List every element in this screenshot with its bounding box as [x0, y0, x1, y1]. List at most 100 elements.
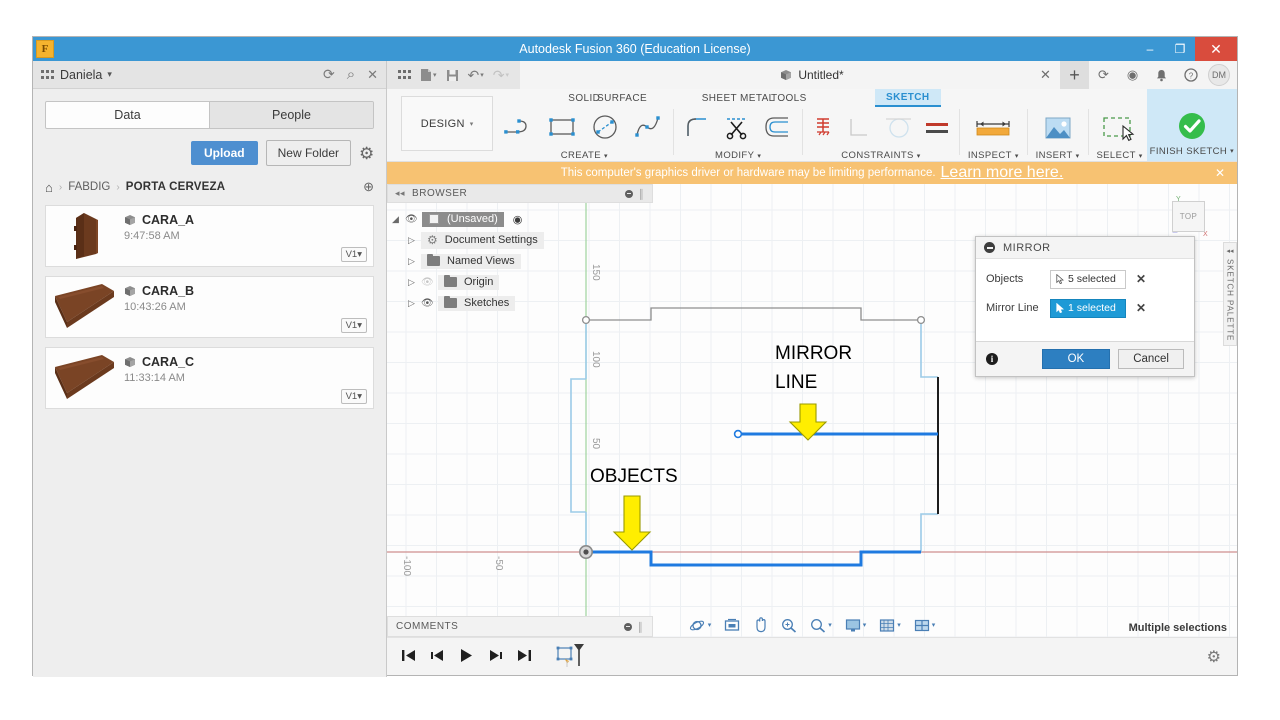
equal-constraint-icon[interactable] — [923, 118, 951, 143]
document-tab-close-icon[interactable]: ✕ — [1031, 61, 1060, 89]
zoom-icon[interactable] — [781, 618, 797, 633]
recent-icon[interactable]: ◉ — [1118, 61, 1147, 89]
coincident-constraint-icon[interactable] — [847, 115, 875, 146]
jump-start-icon[interactable] — [401, 649, 416, 665]
breadcrumb-item-current[interactable]: PORTA CERVEZA — [126, 181, 226, 193]
tree-node-named-views[interactable]: ▷ Named Views — [391, 251, 653, 272]
jump-end-icon[interactable] — [517, 649, 532, 665]
tangent-constraint-icon[interactable] — [885, 115, 913, 146]
close-panel-icon[interactable]: ✕ — [367, 67, 378, 83]
sketch-canvas[interactable]: 0 150 100 50 -100 -50 MIRROR LINE OBJECT… — [387, 184, 1237, 637]
grid-snap-icon[interactable]: ▾ — [879, 618, 901, 633]
minimize-button[interactable]: – — [1135, 37, 1165, 61]
ok-button[interactable]: OK — [1041, 349, 1111, 369]
show-data-panel-icon[interactable] — [395, 68, 414, 82]
step-back-icon[interactable] — [430, 649, 445, 665]
chevron-down-icon[interactable]: ▾ — [1139, 152, 1143, 160]
visibility-eye-icon[interactable]: 👁 — [405, 214, 418, 225]
tree-node-origin[interactable]: ▷ 👁 Origin — [391, 272, 653, 293]
upload-button[interactable]: Upload — [190, 141, 258, 165]
line-tool-icon[interactable] — [503, 114, 536, 145]
expand-arrow-icon[interactable]: ▷ — [407, 298, 416, 309]
help-icon[interactable]: ? — [1176, 61, 1205, 89]
tab-data[interactable]: Data — [46, 102, 209, 128]
tree-node-sketches[interactable]: ▷ 👁 Sketches — [391, 293, 653, 314]
view-cube[interactable]: Y X TOP — [1167, 196, 1209, 238]
step-forward-icon[interactable] — [488, 649, 503, 665]
close-button[interactable]: ✕ — [1195, 37, 1237, 61]
chevron-down-icon[interactable]: ▾ — [1230, 147, 1234, 155]
workspace-selector[interactable]: DESIGN ▾ — [401, 96, 494, 151]
version-badge[interactable]: V1▾ — [340, 247, 367, 262]
restore-button[interactable]: ❐ — [1165, 37, 1195, 61]
list-item[interactable]: CARA_C 11:33:14 AM V1▾ — [45, 347, 374, 409]
insert-image-icon[interactable] — [1043, 115, 1073, 146]
mirror-objects-selection[interactable]: 5 selected — [1050, 269, 1126, 289]
measure-tool-icon[interactable] — [971, 116, 1015, 145]
chevron-down-icon[interactable]: ▾ — [757, 152, 761, 160]
banner-learn-more-link[interactable]: Learn more here. — [941, 164, 1064, 182]
collapse-dialog-icon[interactable] — [984, 242, 995, 253]
rectangle-tool-icon[interactable] — [546, 114, 579, 145]
offset-tool-icon[interactable] — [762, 114, 794, 145]
search-icon[interactable]: ⌕ — [347, 66, 355, 83]
expand-arrow-icon[interactable]: ▷ — [407, 256, 416, 267]
new-tab-button[interactable]: + — [1060, 61, 1089, 89]
pan-icon[interactable] — [753, 617, 768, 633]
trim-scissors-icon[interactable] — [722, 113, 752, 146]
expand-arrow-icon[interactable]: ▷ — [407, 277, 416, 288]
new-document-icon[interactable]: ▾ — [417, 66, 440, 84]
timeline-settings-gear-icon[interactable]: ⚙ — [1207, 647, 1221, 667]
visibility-eye-icon[interactable]: 👁 — [421, 277, 434, 288]
tab-sketch[interactable]: SKETCH — [875, 89, 941, 107]
version-badge[interactable]: V1▾ — [340, 318, 367, 333]
expand-arrow-icon[interactable]: ▷ — [407, 235, 416, 246]
banner-close-icon[interactable]: ✕ — [1215, 166, 1225, 180]
activate-component-icon[interactable]: ◉ — [513, 213, 523, 226]
new-folder-button[interactable]: New Folder — [265, 140, 351, 166]
display-settings-icon[interactable]: ▾ — [845, 618, 866, 633]
spline-tool-icon[interactable] — [632, 113, 665, 146]
view-cube-face[interactable]: TOP — [1172, 201, 1205, 232]
notifications-bell-icon[interactable] — [1147, 61, 1176, 89]
info-icon[interactable]: i — [986, 353, 998, 365]
circle-tool-icon[interactable] — [589, 113, 622, 146]
visibility-eye-icon[interactable]: 👁 — [421, 298, 434, 309]
version-badge[interactable]: V1▾ — [340, 389, 367, 404]
collapse-palette-icon[interactable]: ◂◂ — [1226, 247, 1233, 255]
look-at-icon[interactable] — [724, 618, 740, 633]
undo-icon[interactable]: ↶ ▾ — [465, 65, 487, 86]
avatar[interactable]: DM — [1208, 64, 1230, 86]
chevron-down-icon[interactable]: ▾ — [107, 69, 112, 80]
tab-people[interactable]: People — [209, 102, 373, 128]
chevron-down-icon[interactable]: ▾ — [1015, 152, 1019, 160]
home-icon[interactable]: ⌂ — [45, 180, 53, 195]
viewports-icon[interactable]: ▾ — [914, 618, 935, 633]
list-item[interactable]: CARA_B 10:43:26 AM V1▾ — [45, 276, 374, 338]
chevron-down-icon[interactable]: ▾ — [604, 152, 608, 160]
tree-node-document-settings[interactable]: ▷ ⚙ Document Settings — [391, 230, 653, 251]
tab-tools[interactable]: TOOLS — [767, 91, 811, 106]
expand-arrow-icon[interactable]: ◢ — [391, 214, 400, 225]
sketch-feature-icon[interactable] — [556, 642, 586, 671]
collapse-browser-icon[interactable]: ◂◂ — [395, 188, 405, 199]
select-window-icon[interactable] — [1100, 114, 1140, 147]
sketch-palette-tab[interactable]: ◂◂ SKETCH PALETTE — [1223, 242, 1237, 346]
tree-node-unsaved[interactable]: ◢ 👁 (Unsaved) ◉ — [391, 209, 653, 230]
orbit-icon[interactable]: ▾ — [689, 618, 711, 633]
clear-objects-selection-icon[interactable]: ✕ — [1136, 272, 1146, 286]
chevron-down-icon[interactable]: ▾ — [917, 152, 921, 160]
browser-options-icon[interactable] — [625, 189, 634, 198]
breadcrumb-item-fabdig[interactable]: FABDIG — [68, 181, 110, 193]
save-icon[interactable] — [443, 67, 462, 84]
tab-surface[interactable]: SURFACE — [593, 91, 651, 106]
refresh-icon[interactable]: ⟳ — [323, 66, 335, 83]
list-item[interactable]: CARA_A 9:47:58 AM V1▾ — [45, 205, 374, 267]
fit-icon[interactable]: ▾ — [810, 618, 832, 633]
globe-icon[interactable]: ⊕ — [363, 179, 374, 195]
cancel-button[interactable]: Cancel — [1118, 349, 1184, 369]
fillet-tool-icon[interactable] — [682, 114, 712, 145]
play-icon[interactable] — [459, 648, 474, 666]
gear-icon[interactable] — [359, 146, 374, 161]
mirror-line-selection[interactable]: 1 selected — [1050, 298, 1126, 318]
